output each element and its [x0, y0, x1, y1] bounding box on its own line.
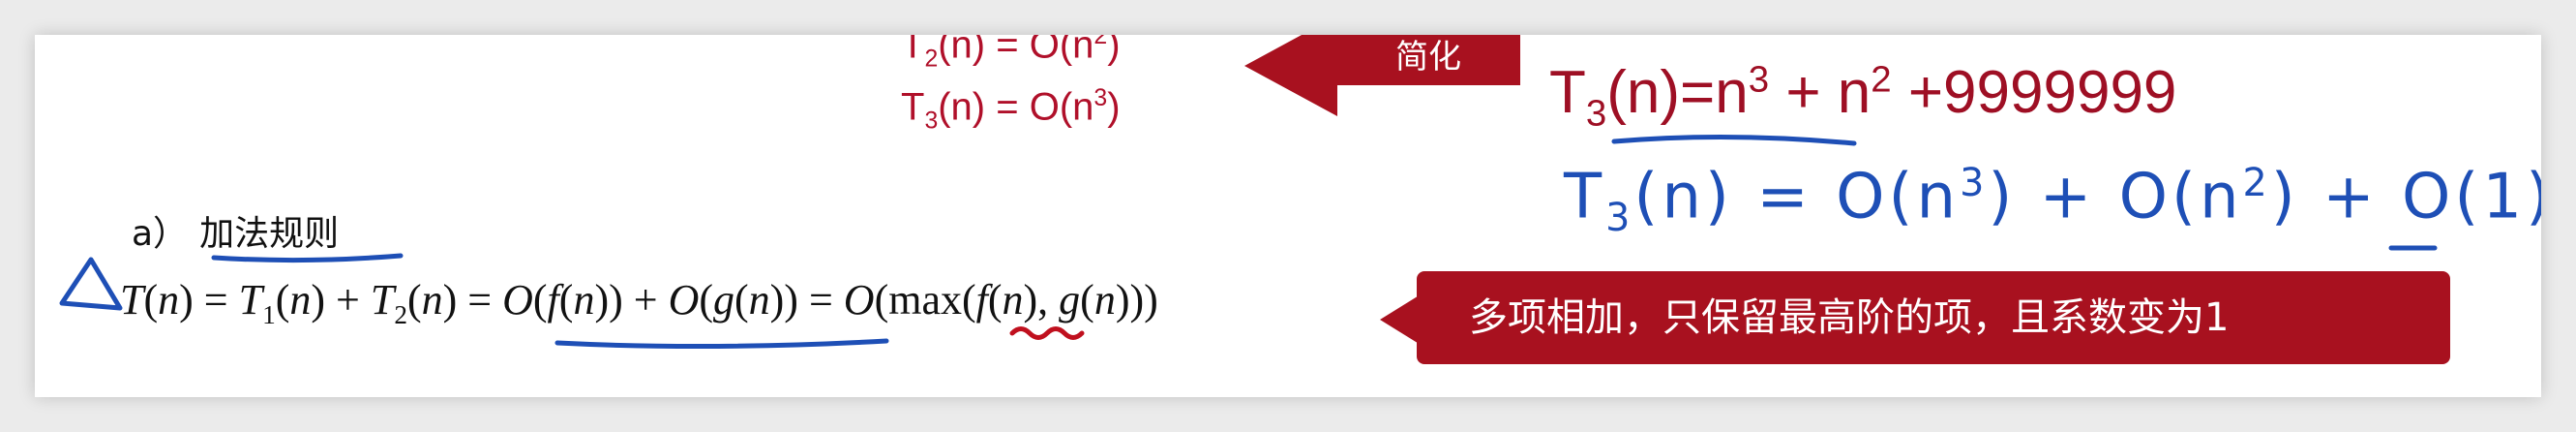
f-p19: O: [668, 276, 700, 324]
f-p8: ) +: [311, 276, 371, 324]
f-p25: O: [843, 276, 875, 324]
f-p34: ))): [1115, 276, 1158, 324]
t2-formula: T2(n) = O(n2): [901, 35, 1121, 73]
hand-mid: (n) = O(n: [1633, 161, 1961, 233]
hand-t: T: [1564, 161, 1606, 233]
f-p31: g: [1059, 276, 1081, 324]
triangle-mark-icon: [59, 257, 123, 311]
f-p29: n: [1002, 276, 1024, 324]
simplify-arrow-shape: [1244, 35, 1337, 116]
rule-label: a）: [132, 214, 189, 254]
f-p23: n: [748, 276, 770, 324]
simplify-callout: 简化: [1336, 35, 1520, 85]
f-p1: T: [120, 276, 144, 324]
t3-base: T: [901, 85, 925, 129]
big-sub: 3: [1585, 92, 1607, 135]
t3-end: ): [1107, 85, 1121, 129]
f-p12: ) =: [442, 276, 503, 324]
f-p24: )) =: [769, 276, 844, 324]
rule-heading: a） 加法规则: [132, 205, 339, 256]
f-s2: 2: [394, 299, 407, 329]
simplify-label: 简化: [1395, 38, 1461, 77]
f-p21: g: [713, 276, 734, 324]
f-s1: 1: [262, 299, 276, 329]
f-p20: (: [699, 276, 713, 324]
f-p10: (: [406, 276, 422, 324]
f-p11: n: [421, 276, 443, 324]
f-p5: T: [238, 276, 263, 324]
t3-expanded-formula: T3(n)=n3 + n2 +9999999: [1549, 58, 2176, 135]
t3-sup: 3: [1093, 85, 1108, 111]
f-p2: (: [143, 276, 159, 324]
hand-sup1: 3: [1960, 161, 1989, 205]
f-p22: (: [734, 276, 749, 324]
addition-rule-formula: T(n) = T1(n) + T2(n) = O(f(n)) + O(g(n))…: [120, 275, 1158, 330]
t2-sup: 2: [1093, 35, 1108, 49]
t3-formula: T3(n) = O(n3): [901, 85, 1121, 135]
t3-sub: 3: [924, 108, 939, 135]
f-p26: (max(: [874, 276, 976, 324]
underline-oplus: [554, 338, 889, 350]
f-p14: (: [532, 276, 548, 324]
handwritten-formula: T3(n) = O(n3) + O(n2) + O(1): [1564, 161, 2541, 240]
note-text: 多项相加，只保留最高阶的项，且系数变为1: [1469, 295, 2230, 340]
big-sup2: 2: [1871, 58, 1892, 101]
t2-base: T: [901, 35, 925, 67]
f-p32: (: [1080, 276, 1094, 324]
big-tail: +9999999: [1891, 59, 2177, 126]
f-p7: n: [289, 276, 312, 324]
big-sup1: 3: [1748, 58, 1770, 101]
f-p9: T: [370, 276, 395, 324]
t2-sub: 2: [924, 46, 939, 73]
hand-mid2: ) + O(n: [1988, 161, 2243, 233]
f-p16: (: [558, 276, 574, 324]
f-p18: )) +: [594, 276, 669, 324]
f-p30: ),: [1023, 276, 1060, 324]
note-arrow-shape: [1380, 294, 1421, 345]
hand-sub: 3: [1605, 196, 1634, 241]
underline-9999999: [1611, 134, 1857, 146]
t3-rest: (n) = O(n: [938, 85, 1094, 129]
f-p3: n: [158, 276, 180, 324]
f-p13: O: [502, 276, 533, 324]
f-p17: n: [573, 276, 595, 324]
note-callout: 多项相加，只保留最高阶的项，且系数变为1: [1417, 271, 2450, 364]
f-p27: f: [975, 276, 988, 324]
t2-rest: (n) = O(n: [938, 35, 1094, 67]
hand-tail: ) + O(1): [2270, 161, 2541, 233]
t2-end: ): [1107, 35, 1121, 67]
squiggle-max: [1009, 326, 1085, 340]
big-mid: (n)=n: [1606, 59, 1749, 126]
underline-rule-title: [211, 253, 404, 263]
rule-title: 加法规则: [199, 214, 340, 254]
f-p6: (: [275, 276, 290, 324]
big-plus1: + n: [1769, 59, 1872, 126]
big-t: T: [1549, 59, 1586, 126]
f-p4: ) =: [179, 276, 239, 324]
hand-sup2: 2: [2242, 161, 2271, 205]
f-p33: n: [1093, 276, 1116, 324]
f-p28: (: [987, 276, 1003, 324]
f-p15: f: [547, 276, 559, 324]
slide: T2(n) = O(n2) T3(n) = O(n3) 简化 T3(n)=n3 …: [35, 35, 2541, 397]
